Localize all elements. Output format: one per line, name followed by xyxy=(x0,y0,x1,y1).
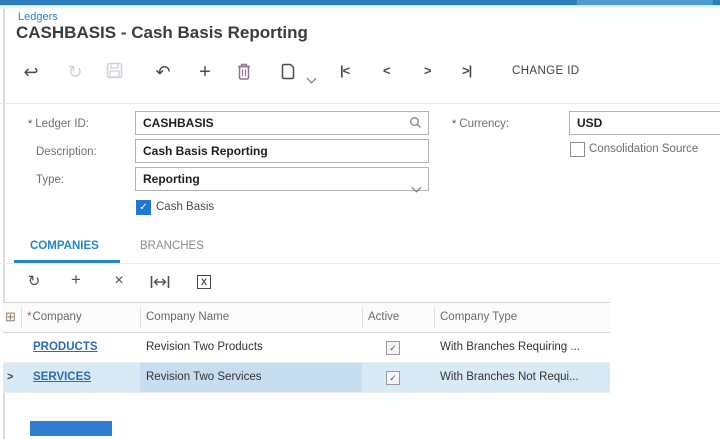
ledger-id-input[interactable]: CASHBASIS xyxy=(135,111,429,135)
next-record-icon[interactable]: > xyxy=(424,63,431,78)
refresh-icon[interactable]: ↻ xyxy=(62,59,88,85)
breadcrumb-ledgers[interactable]: Ledgers xyxy=(18,11,58,23)
header-company-type[interactable]: Company Type xyxy=(440,303,605,332)
table-row-products[interactable]: PRODUCTS Revision Two Products ✓ With Br… xyxy=(3,333,610,363)
app-window: Ledgers CASHBASIS - Cash Basis Reporting… xyxy=(0,0,720,439)
required-marker: * xyxy=(27,311,31,323)
type-select[interactable]: Reporting xyxy=(135,167,429,191)
company-type-cell: With Branches Not Requi... xyxy=(440,363,608,392)
table-row-services[interactable]: > SERVICES Revision Two Services ✓ With … xyxy=(3,363,610,393)
fit-width-icon[interactable] xyxy=(150,276,170,288)
description-input[interactable]: Cash Basis Reporting xyxy=(135,139,429,163)
grid-settings-icon[interactable]: ⊞ xyxy=(5,310,16,324)
copy-paste-dropdown-icon[interactable] xyxy=(308,69,315,87)
previous-record-icon[interactable]: < xyxy=(383,63,390,78)
consolidation-source-label: Consolidation Source xyxy=(589,143,698,155)
header-company-name[interactable]: Company Name xyxy=(146,303,356,332)
ledger-id-label: *Ledger ID: xyxy=(28,118,89,130)
required-marker: * xyxy=(452,118,456,130)
company-name-cell: Revision Two Services xyxy=(146,363,356,392)
browser-top-strip-glow xyxy=(0,5,720,9)
company-name-cell: Revision Two Products xyxy=(146,333,356,362)
company-type-cell: With Branches Requiring ... xyxy=(440,333,608,362)
description-label: Description: xyxy=(36,146,97,158)
change-id-button[interactable]: CHANGE ID xyxy=(512,65,580,77)
save-icon[interactable] xyxy=(106,62,123,79)
companies-grid: ⊞ *Company Company Name Active Company T… xyxy=(3,302,610,393)
grid-refresh-icon[interactable]: ↻ xyxy=(24,272,44,290)
type-label: Type: xyxy=(36,174,64,186)
header-company[interactable]: *Company xyxy=(27,303,137,332)
currency-label: *Currency: xyxy=(452,118,509,130)
grid-delete-row-icon[interactable]: × xyxy=(109,272,129,290)
active-checkbox[interactable]: ✓ xyxy=(386,341,400,355)
last-record-icon[interactable]: >| xyxy=(462,63,471,78)
back-icon[interactable]: ↩ xyxy=(18,59,44,85)
currency-input[interactable]: USD xyxy=(569,111,720,135)
required-marker: * xyxy=(28,118,32,130)
chevron-down-icon[interactable] xyxy=(413,176,420,198)
export-excel-icon[interactable]: X xyxy=(197,275,211,289)
company-link[interactable]: SERVICES xyxy=(33,371,91,383)
selected-row-arrow-icon: > xyxy=(7,363,13,392)
form-top-divider xyxy=(0,103,720,104)
grid-add-row-icon[interactable]: + xyxy=(66,270,86,290)
consolidation-source-checkbox[interactable] xyxy=(570,142,585,157)
page-title: CASHBASIS - Cash Basis Reporting xyxy=(16,23,308,43)
search-icon[interactable] xyxy=(409,116,422,129)
grid-header-row: ⊞ *Company Company Name Active Company T… xyxy=(3,302,610,333)
company-link[interactable]: PRODUCTS xyxy=(33,341,98,353)
copy-paste-icon[interactable] xyxy=(280,62,296,80)
add-record-icon[interactable]: + xyxy=(192,59,218,85)
tab-branches[interactable]: BRANCHES xyxy=(140,240,204,252)
undo-icon[interactable]: ↶ xyxy=(150,59,176,85)
delete-icon[interactable] xyxy=(236,62,252,81)
tab-companies[interactable]: COMPANIES xyxy=(30,240,99,252)
status-indicator xyxy=(30,421,112,436)
cash-basis-checkbox[interactable]: ✓ xyxy=(136,200,151,215)
cash-basis-label: Cash Basis xyxy=(156,201,214,213)
active-checkbox[interactable]: ✓ xyxy=(386,371,400,385)
first-record-icon[interactable]: |< xyxy=(340,63,349,78)
header-active[interactable]: Active xyxy=(368,303,428,332)
main-toolbar: ↩ ↻ ↶ + |< < > >| CHANGE ID xyxy=(0,55,720,91)
tab-strip-hairline xyxy=(0,263,720,264)
